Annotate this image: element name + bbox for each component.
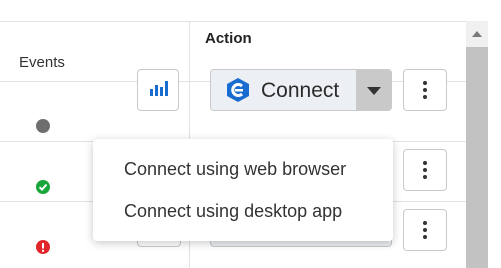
action-column-header: Action	[205, 30, 252, 47]
table-top-border	[0, 21, 466, 22]
connect-button-label: Connect	[261, 79, 340, 102]
more-options-button[interactable]	[403, 149, 447, 191]
events-column-header: Events	[19, 54, 65, 71]
more-options-button[interactable]	[403, 69, 447, 111]
scroll-up-arrow-icon[interactable]	[472, 31, 482, 37]
connect-button[interactable]: Connect	[211, 70, 356, 110]
red-exclamation-icon	[36, 240, 50, 254]
caret-down-icon	[367, 87, 381, 95]
connect-brand-icon	[227, 78, 249, 102]
connect-split-button: Connect	[210, 69, 392, 111]
gray-dot-icon	[36, 119, 50, 133]
vertical-scrollbar[interactable]	[466, 21, 488, 268]
scrollbar-thumb[interactable]	[466, 47, 488, 268]
menu-item-connect-desktop-app[interactable]: Connect using desktop app	[124, 201, 342, 222]
connect-options-menu: Connect using web browser Connect using …	[93, 139, 393, 241]
more-options-button[interactable]	[403, 209, 447, 251]
connect-dropdown-toggle[interactable]	[356, 70, 391, 110]
events-chart-button[interactable]	[137, 69, 179, 111]
top-strip	[0, 0, 501, 21]
menu-item-connect-web-browser[interactable]: Connect using web browser	[124, 159, 346, 180]
green-check-icon	[36, 180, 50, 194]
